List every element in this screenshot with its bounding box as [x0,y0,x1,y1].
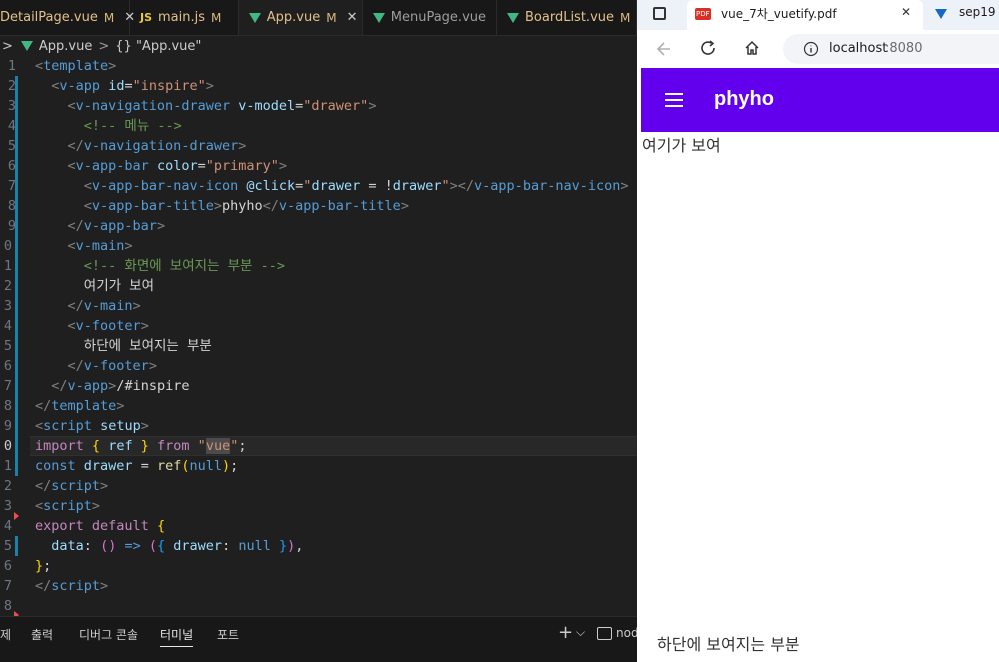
code-line: </v-footer> [67,358,157,374]
browser-window: PDF vue_7차_vuetify.pdf ✕ sep19 localhost… [637,0,999,662]
code-line-current: import { ref } from "vue"; [35,438,247,454]
close-icon[interactable]: ✕ [347,10,358,25]
breadcrumb: > App.vue > {} "App.vue" [0,35,637,57]
code-line: <v-app-bar-title>phyho</v-app-bar-title> [83,198,409,214]
code-line: data: () => ({ drawer: null }), [51,538,304,554]
tab-label: DetailPage.vue [0,10,98,25]
editor-tab-bar: DetailPage.vue M ✕ JS main.js M App.vue … [0,0,637,36]
vue-icon [20,41,33,51]
vue-icon [372,12,385,23]
tab-actions-icon[interactable] [653,7,666,20]
code-line: <v-app-bar color="primary"> [67,158,288,174]
pdf-icon: PDF [695,8,711,20]
panel-tab-bar: 제 출력 디버그 콘솔 터미널 포트 + ⌵ nod [0,616,637,662]
code-line: <template> [35,58,117,74]
main-content-text: 여기가 보여 [642,136,721,155]
vue-icon [248,12,261,23]
tab-boardlist[interactable]: BoardList.vue M [497,0,637,35]
chevron-right-icon: > [2,38,13,54]
app-bar: phyho [641,68,999,132]
breadcrumb-separator: > [98,38,110,54]
code-line: </v-main> [67,298,141,314]
modified-indicator: M [211,10,222,25]
code-line: </v-app-bar> [67,218,166,234]
tab-label: MenuPage.vue [390,10,486,25]
new-terminal-plus-icon[interactable]: + [558,622,573,643]
tab-app-vue[interactable]: App.vue M ✕ [238,0,363,35]
code-editor-window: DetailPage.vue M ✕ JS main.js M App.vue … [0,0,637,662]
browser-tab-title: sep19 [959,5,996,19]
code-line: export default { [35,518,166,534]
code-line: <v-app-bar-nav-icon @click="drawer = !dr… [83,178,629,194]
code-line: const drawer = ref(null); [35,458,239,474]
address-bar[interactable]: localhost :8080 [783,34,999,64]
info-icon[interactable] [803,41,819,57]
modified-indicator: M [620,10,631,25]
code-line: </v-navigation-drawer> [67,138,247,154]
code-line: }; [35,558,52,574]
code-line: 하단에 보여지는 부분 [83,338,212,354]
breadcrumb-file[interactable]: App.vue [39,39,92,54]
code-line: <!-- 화면에 보여지는 부분 --> [83,258,285,274]
address-host: localhost [829,41,888,56]
code-line: <script> [35,498,101,514]
app-bar-title: phyho [714,88,774,110]
footer-text: 하단에 보여지는 부분 [657,635,800,654]
tab-main-js[interactable]: JS main.js M [130,0,239,35]
code-area[interactable]: 1234567890123456789012345678 <template> … [0,56,637,619]
code-line: <v-main> [67,238,133,254]
modified-indicator: M [103,10,115,25]
browser-tab-pdf[interactable]: PDF vue_7차_vuetify.pdf ✕ [687,0,923,30]
panel-tab-ports[interactable]: 포트 [217,626,239,643]
back-arrow-icon[interactable] [655,40,673,58]
hamburger-menu-icon[interactable] [665,93,683,107]
tab-label: main.js [158,10,206,25]
code-line: </script> [35,478,109,494]
code-line: <script setup> [35,418,149,434]
chevron-down-icon[interactable]: ⌵ [576,625,585,640]
panel-tab-debug-console[interactable]: 디버그 콘솔 [79,626,138,643]
panel-tab-output[interactable]: 출력 [31,626,53,643]
browser-tab-title: vue_7차_vuetify.pdf [721,7,837,21]
tab-menupage[interactable]: MenuPage.vue [363,0,497,35]
browser-tab-sep19[interactable]: sep19 [927,0,999,30]
tab-label: BoardList.vue [525,10,614,25]
code-line: 여기가 보여 [83,278,155,294]
code-line: <v-app id="inspire"> [51,78,214,94]
code-line: </script> [35,578,109,594]
line-number-text: 8 [3,598,12,614]
terminal-icon[interactable] [597,627,612,640]
vuetify-icon [935,9,947,19]
code-line: </template> [35,398,125,414]
tab-label: App.vue [266,10,321,25]
home-icon[interactable] [743,39,761,57]
address-port: :8080 [885,41,923,56]
modified-indicator: M [326,10,337,25]
panel-tab-problems[interactable]: 제 [0,626,11,643]
panel-tab-terminal[interactable]: 터미널 [160,626,194,647]
refresh-icon[interactable] [699,39,717,57]
close-icon[interactable]: ✕ [901,5,911,19]
breadcrumb-symbol[interactable]: {} "App.vue" [115,39,201,54]
code-line: <v-navigation-drawer v-model="drawer"> [67,98,377,114]
tab-detailpage[interactable]: DetailPage.vue M ✕ [0,0,135,35]
js-icon: JS [140,11,153,24]
code-line: </v-app>/#inspire [51,378,190,394]
browser-tab-strip: PDF vue_7차_vuetify.pdf ✕ sep19 [637,0,999,30]
code-line: <!-- 메뉴 --> [83,118,182,134]
code-line: <v-footer> [67,318,149,334]
terminal-name[interactable]: nod [616,626,637,640]
vue-icon [507,12,519,23]
